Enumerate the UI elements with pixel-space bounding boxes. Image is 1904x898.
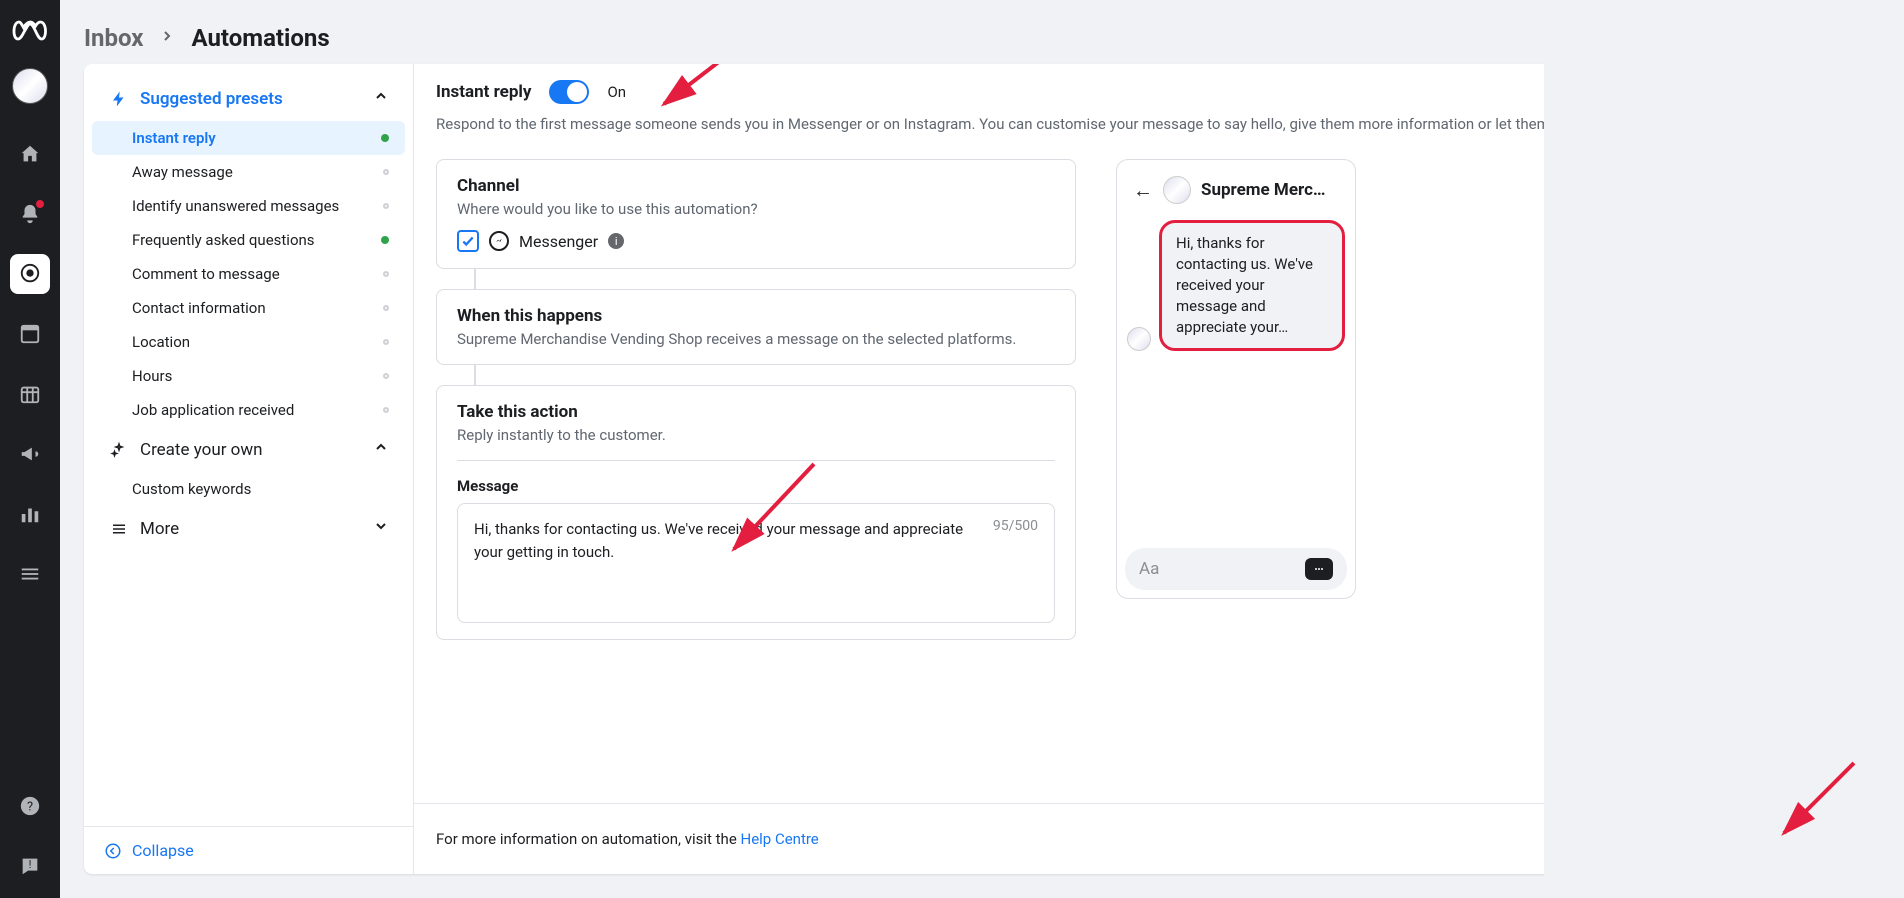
notifications-icon[interactable] xyxy=(10,194,50,234)
chevron-down-icon xyxy=(373,518,389,539)
breadcrumb-parent[interactable]: Inbox xyxy=(84,24,143,52)
preset-unanswered[interactable]: Identify unanswered messages xyxy=(92,189,405,223)
breadcrumb-current: Automations xyxy=(191,24,329,52)
insights-icon[interactable] xyxy=(10,494,50,534)
bolt-icon xyxy=(108,90,130,108)
chevron-up-icon xyxy=(373,88,389,109)
svg-text:!: ! xyxy=(29,858,32,871)
char-count: 95/500 xyxy=(993,518,1038,534)
left-rail: ? ! xyxy=(0,0,60,898)
message-input[interactable]: Hi, thanks for contacting us. We've rece… xyxy=(457,503,1055,623)
preview-avatar xyxy=(1163,176,1191,204)
preset-job-application[interactable]: Job application received xyxy=(92,393,405,427)
presets-sidebar: Suggested presets Instant reply Away mes… xyxy=(84,64,414,874)
page-background xyxy=(1544,0,1904,898)
meta-logo[interactable] xyxy=(12,12,48,48)
posts-icon[interactable] xyxy=(10,314,50,354)
toggle-state-label: On xyxy=(607,83,626,101)
channel-messenger-label: Messenger xyxy=(519,232,598,251)
menu-icon[interactable] xyxy=(10,554,50,594)
messenger-icon xyxy=(489,231,509,251)
preset-contact-info[interactable]: Contact information xyxy=(92,291,405,325)
when-desc: Supreme Merchandise Vending Shop receive… xyxy=(457,330,1055,348)
create-your-own-header[interactable]: Create your own xyxy=(92,427,405,472)
action-card: Take this action Reply instantly to the … xyxy=(436,385,1076,640)
list-icon xyxy=(108,520,130,538)
preset-location[interactable]: Location xyxy=(92,325,405,359)
info-icon[interactable]: i xyxy=(608,233,624,249)
help-centre-link[interactable]: Help Centre xyxy=(741,830,819,848)
preview-card: ← Supreme Merc… Hi, thanks for contactin… xyxy=(1116,159,1356,599)
inbox-icon[interactable] xyxy=(10,254,50,294)
preset-faq[interactable]: Frequently asked questions xyxy=(92,223,405,257)
preset-hours[interactable]: Hours xyxy=(92,359,405,393)
help-icon[interactable]: ? xyxy=(10,786,50,826)
preview-send-icon xyxy=(1305,558,1333,580)
preview-back-icon[interactable]: ← xyxy=(1133,178,1153,203)
collapse-sidebar[interactable]: Collapse xyxy=(84,826,413,874)
channel-title: Channel xyxy=(457,176,1055,196)
svg-text:?: ? xyxy=(27,800,33,815)
page-title: Instant reply xyxy=(436,82,531,102)
channel-card: Channel Where would you like to use this… xyxy=(436,159,1076,269)
instant-reply-toggle[interactable] xyxy=(549,80,589,104)
channel-desc: Where would you like to use this automat… xyxy=(457,200,1055,218)
preset-away-message[interactable]: Away message xyxy=(92,155,405,189)
action-desc: Reply instantly to the customer. xyxy=(457,426,1055,444)
sparkle-icon xyxy=(108,441,130,459)
preset-instant-reply[interactable]: Instant reply xyxy=(92,121,405,155)
suggested-presets-header[interactable]: Suggested presets xyxy=(92,76,405,121)
preview-input: Aa xyxy=(1125,548,1347,590)
collapse-icon xyxy=(104,842,122,860)
profile-avatar[interactable] xyxy=(12,68,48,104)
chevron-up-icon xyxy=(373,439,389,460)
preview-msg-avatar xyxy=(1127,327,1151,351)
calendar-icon[interactable] xyxy=(10,374,50,414)
report-icon[interactable]: ! xyxy=(10,846,50,886)
more-header[interactable]: More xyxy=(92,506,405,551)
chevron-right-icon xyxy=(159,28,175,48)
when-title: When this happens xyxy=(457,306,1055,326)
preset-comment-to-message[interactable]: Comment to message xyxy=(92,257,405,291)
footer-text: For more information on automation, visi… xyxy=(436,830,1645,848)
action-title: Take this action xyxy=(457,402,1055,422)
preview-placeholder: Aa xyxy=(1139,559,1305,579)
annotation-arrow xyxy=(1744,758,1864,858)
preview-page-name: Supreme Merc… xyxy=(1201,180,1339,200)
home-icon[interactable] xyxy=(10,134,50,174)
messenger-checkbox[interactable] xyxy=(457,230,479,252)
ads-icon[interactable] xyxy=(10,434,50,474)
preview-message-bubble: Hi, thanks for contacting us. We've rece… xyxy=(1159,220,1345,351)
message-label: Message xyxy=(457,477,1055,495)
when-card: When this happens Supreme Merchandise Ve… xyxy=(436,289,1076,365)
create-custom-keywords[interactable]: Custom keywords xyxy=(92,472,405,506)
